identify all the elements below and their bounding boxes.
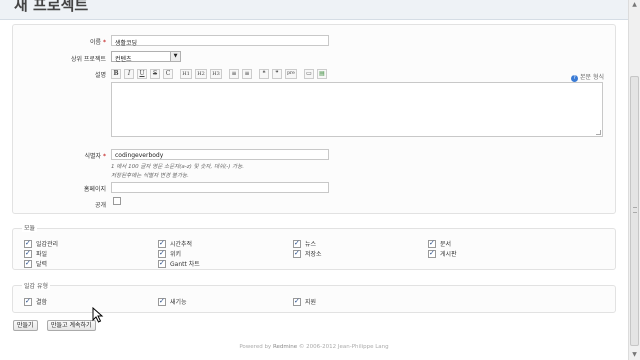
help-icon: ?: [571, 75, 578, 82]
public-checkbox[interactable]: [113, 197, 121, 205]
underline-button[interactable]: U: [137, 69, 147, 79]
description-textarea[interactable]: [111, 82, 603, 137]
vertical-scrollbar[interactable]: ▲ ▼: [628, 0, 640, 360]
module-time-tracking[interactable]: 시간추적: [158, 239, 192, 248]
identifier-hint: 1 에서 100 글자 영문 소문자(a-z) 및 숫자, 대쉬(-) 가능.: [111, 164, 244, 170]
parent-project-label: 상위 프로젝트: [70, 56, 106, 63]
homepage-label: 홈페이지: [83, 186, 106, 193]
trackers-legend: 일감 유형: [22, 281, 50, 290]
module-checkbox[interactable]: [293, 239, 301, 248]
page-header: 새 프로젝트: [0, 0, 628, 20]
module-gantt[interactable]: Gantt 차트: [158, 259, 200, 268]
pre-button[interactable]: pre: [285, 69, 297, 79]
heading1-button[interactable]: H1: [180, 69, 192, 79]
module-checkbox[interactable]: [158, 249, 166, 258]
parent-project-select[interactable]: 컨텐츠 ▼: [111, 51, 181, 63]
identifier-hint-locked: 저장된후에는 식별자 변경 불가능.: [111, 173, 189, 179]
ordered-list-button[interactable]: ≡: [242, 69, 252, 79]
module-issue-tracking[interactable]: 일감관리: [24, 239, 58, 248]
module-checkbox[interactable]: [428, 249, 436, 258]
homepage-input[interactable]: [111, 182, 329, 193]
scroll-up-icon[interactable]: ▲: [629, 0, 640, 10]
identifier-label: 식별자 *: [84, 153, 106, 160]
redmine-link[interactable]: Redmine: [273, 344, 297, 350]
image-button[interactable]: ▤: [317, 69, 327, 79]
public-label: 공개: [94, 202, 106, 209]
module-checkbox[interactable]: [158, 259, 166, 268]
module-checkbox[interactable]: [158, 239, 166, 248]
quote-button[interactable]: ❝: [259, 69, 269, 79]
module-boards[interactable]: 게시판: [428, 249, 457, 258]
tracker-bug[interactable]: 결함: [24, 297, 47, 306]
unordered-list-button[interactable]: ≡: [229, 69, 239, 79]
module-calendar[interactable]: 달력: [24, 259, 47, 268]
powered-by-text: Powered by: [239, 344, 272, 350]
module-files[interactable]: 파일: [24, 249, 47, 258]
name-input[interactable]: 생활코딩: [111, 35, 329, 47]
module-checkbox[interactable]: [24, 259, 32, 268]
unquote-button[interactable]: ❞: [272, 69, 282, 79]
code-button[interactable]: C: [163, 69, 173, 79]
page-footer: Powered by Redmine © 2006-2012 Jean-Phil…: [0, 344, 628, 350]
module-checkbox[interactable]: [428, 239, 436, 248]
modules-legend: 모듈: [22, 223, 38, 232]
bold-button[interactable]: B: [111, 69, 121, 79]
strike-button[interactable]: S: [150, 69, 160, 79]
wiki-toolbar: B I U S C H1 H2 H3 ≡ ≡ ❝ ❞ pre ▭ ▤: [111, 69, 327, 80]
italic-button[interactable]: I: [124, 69, 134, 79]
tracker-checkbox[interactable]: [24, 297, 32, 306]
wiki-link-button[interactable]: ▭: [304, 69, 314, 79]
text-format-help[interactable]: ? 본문 형식: [571, 72, 604, 82]
description-label: 설명: [94, 72, 106, 79]
page-title: 새 프로젝트: [14, 0, 89, 14]
tracker-checkbox[interactable]: [158, 297, 166, 306]
module-wiki[interactable]: 위키: [158, 249, 181, 258]
mouse-cursor-icon: [92, 307, 104, 323]
name-label: 이름 *: [89, 39, 106, 46]
module-news[interactable]: 뉴스: [293, 239, 316, 248]
scroll-down-icon[interactable]: ▼: [629, 350, 640, 360]
module-checkbox[interactable]: [24, 239, 32, 248]
heading2-button[interactable]: H2: [195, 69, 207, 79]
heading3-button[interactable]: H3: [210, 69, 222, 79]
tracker-support[interactable]: 지원: [293, 297, 316, 306]
identifier-input[interactable]: codingeverbody: [111, 149, 329, 160]
chevron-down-icon: ▼: [170, 52, 180, 61]
module-checkbox[interactable]: [293, 249, 301, 258]
scroll-thumb[interactable]: [630, 76, 639, 346]
copyright-text: © 2006-2012 Jean-Philippe Lang: [298, 344, 389, 350]
create-and-continue-button[interactable]: 만들고 계속하기: [47, 320, 96, 331]
tracker-checkbox[interactable]: [293, 297, 301, 306]
module-repository[interactable]: 저장소: [293, 249, 322, 258]
parent-project-value: 컨텐츠: [115, 56, 132, 63]
create-button[interactable]: 만들기: [13, 320, 38, 331]
tracker-feature[interactable]: 새기능: [158, 297, 187, 306]
module-documents[interactable]: 문서: [428, 239, 451, 248]
module-checkbox[interactable]: [24, 249, 32, 258]
resize-handle-icon[interactable]: [596, 130, 601, 135]
